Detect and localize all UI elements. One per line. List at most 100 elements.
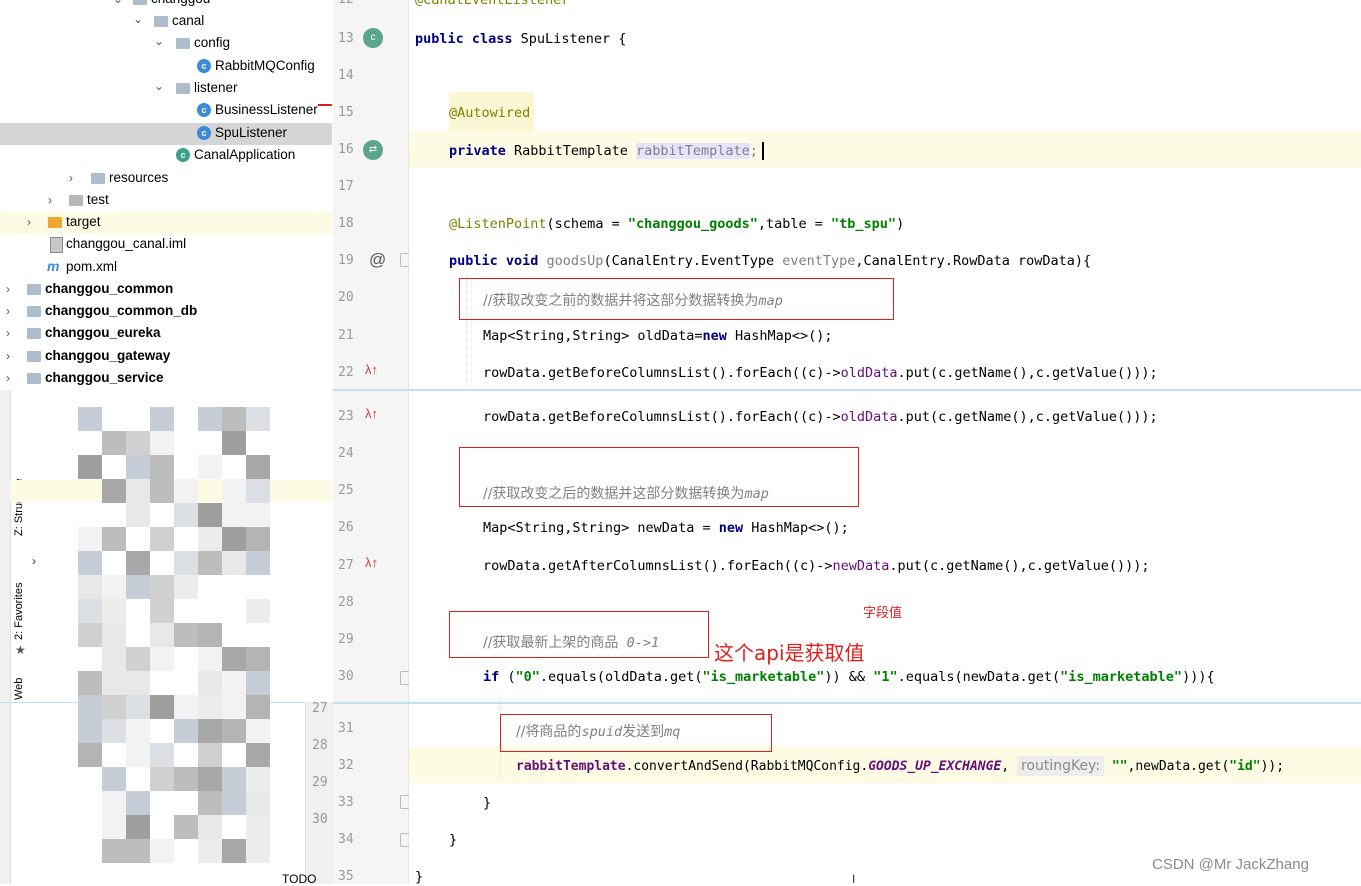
- tree-item-resources[interactable]: › resources: [0, 168, 332, 190]
- line-number: 33: [338, 795, 354, 810]
- code-token: Map<String,String> newData =: [483, 520, 719, 536]
- method-name-token: goodsUp: [538, 253, 604, 269]
- at-icon[interactable]: @: [369, 250, 386, 270]
- string-token: "id": [1229, 759, 1261, 774]
- code-token: ))){: [1182, 669, 1215, 685]
- chevron-down-icon[interactable]: ⌄: [154, 79, 166, 93]
- tree-item-label: CanalApplication: [194, 147, 296, 162]
- tree-item-label: BusinessListener: [215, 102, 318, 117]
- code-token: (: [499, 669, 516, 685]
- pixel-block: [102, 695, 126, 719]
- tree-item-changgou-eureka[interactable]: › changgou_eureka: [0, 323, 332, 345]
- code-token: }: [483, 795, 492, 811]
- pixel-block: [246, 695, 270, 719]
- tree-item-label: changgou_common_db: [45, 303, 198, 318]
- code-line-19: public void goodsUp(CanalEntry.EventType…: [449, 253, 1091, 269]
- pixel-block: [222, 527, 246, 551]
- keyword-token: public void: [449, 253, 539, 269]
- tree-item-iml[interactable]: changgou_canal.iml: [0, 234, 332, 256]
- chevron-right-icon[interactable]: ›: [69, 171, 81, 185]
- spring-class-icon: c: [176, 148, 190, 162]
- string-token: "": [1104, 759, 1128, 774]
- code-token: rowData.getAfterColumnsList().forEach((c…: [483, 558, 833, 574]
- pixel-block: [150, 407, 174, 431]
- class-icon: c: [197, 103, 211, 117]
- annotation-token: @ListenPoint: [449, 216, 547, 232]
- chevron-down-icon[interactable]: ⌄: [133, 12, 145, 26]
- tree-item-spulistener[interactable]: c SpuListener: [0, 123, 332, 145]
- lambda-icon[interactable]: λ↑: [365, 406, 378, 421]
- web-tab[interactable]: Web: [13, 678, 25, 700]
- field-token: oldData: [840, 409, 898, 425]
- tree-item-changgou-gateway[interactable]: › changgou_gateway: [0, 346, 332, 368]
- pixel-block: [150, 455, 174, 479]
- param-hint: routingKey:: [1016, 756, 1105, 776]
- tree-item-listener[interactable]: ⌄ listener: [0, 78, 332, 100]
- tree-item-changgou[interactable]: ⌄ changgou: [0, 0, 332, 11]
- line-number: 14: [338, 68, 354, 83]
- lambda-icon[interactable]: λ↑: [365, 362, 378, 377]
- code-token: HashMap<>();: [726, 328, 833, 344]
- pixel-block: [198, 671, 222, 695]
- tree-item-canal[interactable]: ⌄ canal: [0, 11, 332, 33]
- tree-item-rabbitmqconfig[interactable]: c RabbitMQConfig: [0, 56, 332, 78]
- autowired-bean-icon[interactable]: ⇄: [363, 140, 383, 160]
- chevron-down-icon[interactable]: ⌄: [154, 34, 166, 48]
- code-line-23: rowData.getBeforeColumnsList().forEach((…: [483, 409, 1158, 425]
- text-cursor: [761, 142, 764, 160]
- tree-item-businesslistener[interactable]: c BusinessListener: [0, 100, 332, 122]
- pixel-block: [222, 503, 246, 527]
- spring-bean-icon[interactable]: c: [363, 28, 383, 48]
- chevron-right-icon[interactable]: ›: [6, 326, 18, 340]
- class-icon: c: [197, 59, 211, 73]
- pixel-block: [126, 839, 150, 863]
- code-token: ;: [749, 143, 758, 159]
- pixel-block: [198, 815, 222, 839]
- line-number: 12: [338, 0, 360, 7]
- tree-item-target[interactable]: › target: [0, 212, 332, 234]
- chevron-right-icon[interactable]: ›: [6, 349, 18, 363]
- pixel-block: [174, 695, 198, 719]
- chevron-right-icon[interactable]: ›: [27, 215, 39, 229]
- tree-item-label: changgou_eureka: [45, 325, 161, 340]
- code-token: .put(c.getName(),c.getValue()));: [897, 409, 1158, 425]
- pixel-block: [174, 623, 198, 647]
- chevron-right-icon[interactable]: ›: [6, 282, 18, 296]
- tree-item-changgou-service[interactable]: › changgou_service: [0, 368, 332, 390]
- maven-icon: m: [47, 258, 60, 274]
- chevron-right-icon[interactable]: ›: [6, 371, 18, 385]
- code-token: RabbitTemplate: [505, 143, 636, 159]
- pixel-block: [198, 719, 222, 743]
- pixel-block: [102, 575, 126, 599]
- folder-icon: [48, 217, 62, 228]
- chevron-right-icon: ›: [32, 554, 36, 568]
- chevron-down-icon[interactable]: ⌄: [113, 0, 125, 6]
- annotation-token: @CanalEventListener: [415, 0, 570, 8]
- keyword-token: if: [483, 669, 500, 685]
- favorites-tab[interactable]: 2: Favorites: [13, 583, 25, 640]
- pixel-block: [78, 719, 102, 743]
- pixel-block: [174, 575, 198, 599]
- tree-item-pom[interactable]: m pom.xml: [0, 257, 332, 279]
- pixel-block: [246, 767, 270, 791]
- line-number: 16: [338, 142, 354, 157]
- tree-item-changgou-common[interactable]: › changgou_common: [0, 279, 332, 301]
- folder-icon: [176, 38, 190, 49]
- tree-item-config[interactable]: ⌄ config: [0, 33, 332, 55]
- code-token: .put(c.getName(),c.getValue()));: [897, 365, 1158, 381]
- lambda-icon[interactable]: λ↑: [365, 555, 378, 570]
- pixel-block: [126, 551, 150, 575]
- tree-item-canalapplication[interactable]: c CanalApplication: [0, 145, 332, 167]
- tree-item-changgou-common-db[interactable]: › changgou_common_db: [0, 301, 332, 323]
- pixel-block: [246, 599, 270, 623]
- pixel-block: [102, 623, 126, 647]
- tree-item-test[interactable]: › test: [0, 190, 332, 212]
- code-line-15: @Autowired: [449, 105, 530, 121]
- pixel-block: [102, 599, 126, 623]
- line-number: 30: [312, 812, 328, 827]
- pixel-block: [102, 791, 126, 815]
- code-line-33: }: [483, 795, 491, 811]
- api-note: 这个api是获取值: [714, 641, 865, 665]
- chevron-right-icon[interactable]: ›: [6, 304, 18, 318]
- chevron-right-icon[interactable]: ›: [48, 193, 60, 207]
